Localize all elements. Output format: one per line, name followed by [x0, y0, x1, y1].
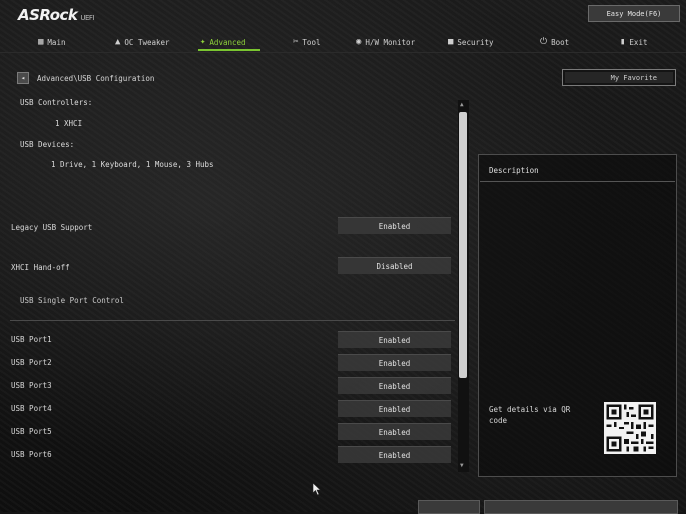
usb-port3-value[interactable]: Enabled	[338, 377, 451, 394]
my-favorite-button[interactable]: My Favorite	[562, 69, 676, 86]
exit-icon: ▮	[620, 37, 626, 47]
tab-security[interactable]: ■ Security	[448, 34, 494, 50]
usb-port5-label: USB Port5	[11, 427, 52, 436]
usb-devices-label: USB Devices:	[20, 140, 75, 149]
usb-port1-label: USB Port1	[11, 335, 52, 344]
usb-port1-value[interactable]: Enabled	[338, 331, 451, 348]
legacy-usb-support-label: Legacy USB Support	[11, 223, 93, 232]
star-icon: ✦	[200, 37, 206, 47]
qr-code-icon	[604, 402, 656, 454]
tab-oc-tweaker[interactable]: ▲ OC Tweaker	[115, 34, 170, 50]
usb-controllers-value: 1 XHCI	[55, 119, 83, 128]
monitor-icon: ◉	[356, 37, 362, 47]
rocket-icon: ▲	[115, 37, 121, 47]
usb-single-port-control-heading: USB Single Port Control	[20, 296, 124, 305]
breadcrumb-path: Advanced\USB Configuration	[37, 73, 155, 83]
back-arrow-icon[interactable]: ◂	[17, 72, 29, 84]
tab-main[interactable]: ▦ Main	[38, 34, 65, 50]
shield-icon: ■	[448, 37, 454, 47]
usb-controllers-label: USB Controllers:	[20, 98, 93, 107]
qr-code-caption: Get details via QR code	[489, 405, 571, 425]
usb-port2-label: USB Port2	[11, 358, 52, 367]
xhci-hand-off-label: XHCI Hand-off	[11, 263, 70, 272]
xhci-hand-off-value[interactable]: Disabled	[338, 257, 451, 274]
usb-port4-label: USB Port4	[11, 404, 52, 413]
tab-tool[interactable]: ✂ Tool	[293, 34, 320, 50]
description-title: Description	[489, 166, 539, 175]
usb-port4-value[interactable]: Enabled	[338, 400, 451, 417]
usb-devices-value: 1 Drive, 1 Keyboard, 1 Mouse, 3 Hubs	[51, 160, 214, 169]
scroll-up-arrow-icon[interactable]: ▲	[460, 101, 467, 108]
scroll-down-arrow-icon[interactable]: ▼	[460, 462, 467, 469]
breadcrumb: ◂ Advanced\USB Configuration	[17, 72, 154, 84]
usb-port6-label: USB Port6	[11, 450, 52, 459]
usb-port3-label: USB Port3	[11, 381, 52, 390]
scrollbar-thumb[interactable]	[459, 112, 467, 378]
legacy-usb-support-value[interactable]: Enabled	[338, 217, 451, 234]
grid-icon: ▦	[38, 37, 44, 47]
tools-icon: ✂	[293, 37, 299, 47]
usb-port2-value[interactable]: Enabled	[338, 354, 451, 371]
tab-exit[interactable]: ▮ Exit	[620, 34, 647, 50]
power-icon: ⏻	[540, 37, 548, 47]
tab-hw-monitor[interactable]: ◉ H/W Monitor	[356, 34, 415, 50]
active-tab-indicator	[198, 49, 260, 51]
tab-boot[interactable]: ⏻ Boot	[540, 34, 569, 50]
mouse-cursor-icon	[312, 482, 322, 496]
asrock-logo: ASRock UEFI	[18, 6, 95, 24]
description-divider	[480, 181, 675, 182]
tab-advanced[interactable]: ✦ Advanced	[200, 34, 246, 50]
usb-port6-value[interactable]: Enabled	[338, 446, 451, 463]
top-nav: ▦ Main ▲ OC Tweaker ✦ Advanced ✂ Tool ◉ …	[0, 31, 686, 53]
easy-mode-button[interactable]: Easy Mode(F6)	[588, 5, 680, 22]
section-divider	[10, 320, 455, 321]
usb-port5-value[interactable]: Enabled	[338, 423, 451, 440]
